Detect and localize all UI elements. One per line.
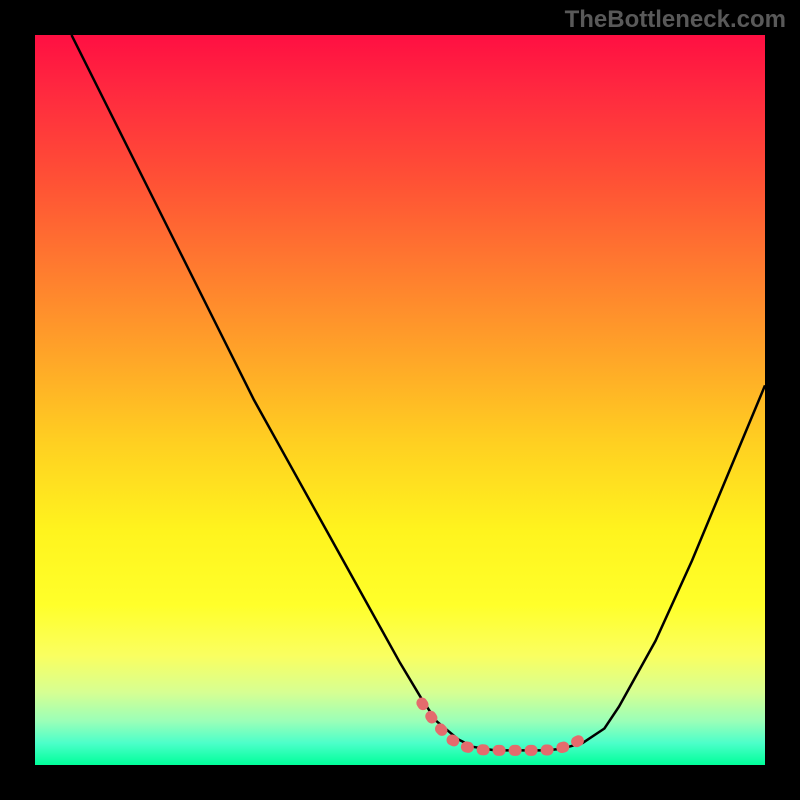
highlight-segment xyxy=(422,703,583,750)
plot-area xyxy=(35,35,765,765)
watermark-text: TheBottleneck.com xyxy=(565,6,786,34)
main-curve xyxy=(72,35,766,750)
curve-svg xyxy=(35,35,765,765)
